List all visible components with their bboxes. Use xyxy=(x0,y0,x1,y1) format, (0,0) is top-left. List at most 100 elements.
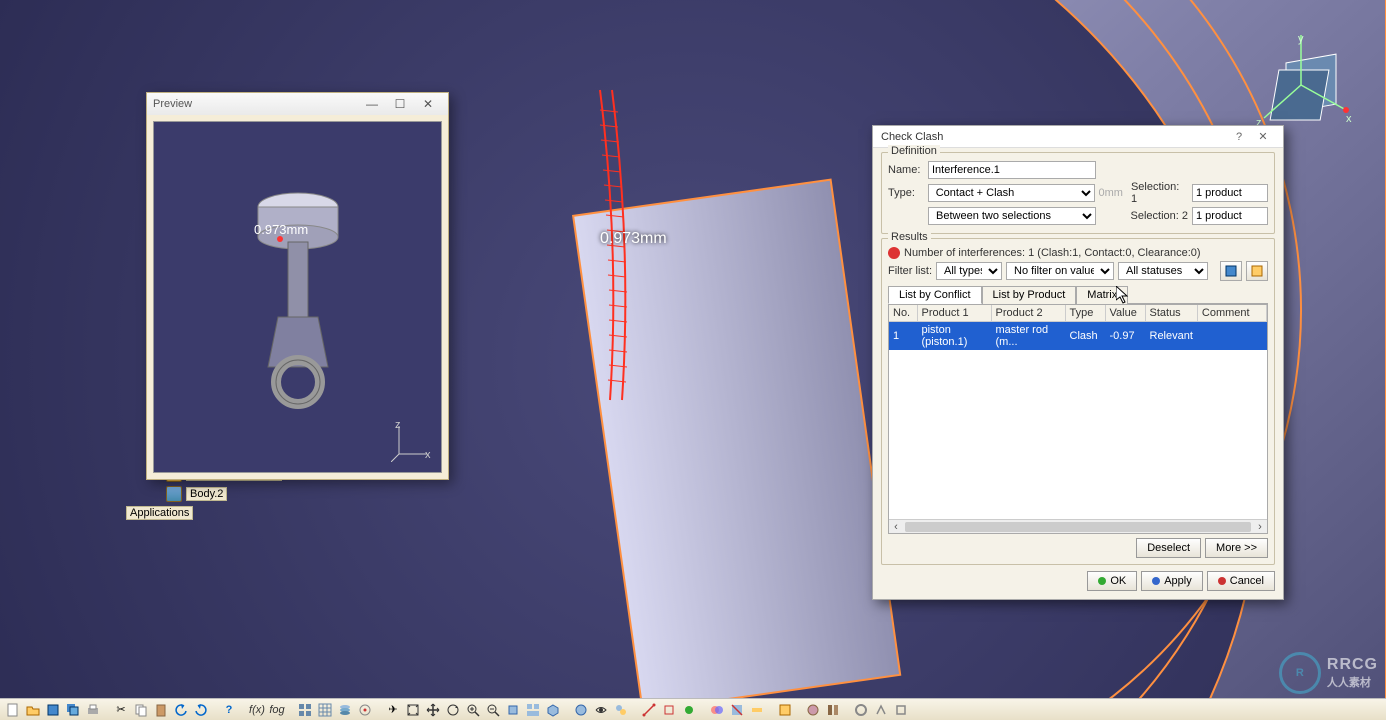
col-value[interactable]: Value xyxy=(1105,305,1145,322)
compass-triad[interactable]: y x z xyxy=(1246,30,1356,140)
pan-icon[interactable] xyxy=(424,701,442,719)
rotate-icon[interactable] xyxy=(444,701,462,719)
more-button[interactable]: More >> xyxy=(1205,538,1268,558)
cell-no: 1 xyxy=(889,322,917,351)
col-no[interactable]: No. xyxy=(889,305,917,322)
filter-status-select[interactable]: All statuses xyxy=(1118,262,1208,280)
normal-view-icon[interactable] xyxy=(504,701,522,719)
measure-between-icon[interactable] xyxy=(640,701,658,719)
measure-item-icon[interactable] xyxy=(660,701,678,719)
cancel-button[interactable]: Cancel xyxy=(1207,571,1275,591)
catalog2-icon[interactable] xyxy=(824,701,842,719)
tree-item-applications[interactable]: Applications xyxy=(122,505,286,521)
cancel-dot-icon xyxy=(1218,577,1226,585)
axis-x-label: x xyxy=(1346,113,1352,125)
paste-icon[interactable] xyxy=(152,701,170,719)
results-tabs: List by Conflict List by Product Matrix xyxy=(888,285,1268,304)
scroll-left-icon[interactable]: ‹ xyxy=(889,521,903,533)
fx-icon[interactable]: f(x) xyxy=(248,701,266,719)
snap-icon[interactable] xyxy=(356,701,374,719)
tool-b-icon[interactable] xyxy=(872,701,890,719)
col-status[interactable]: Status xyxy=(1145,305,1197,322)
close-button[interactable]: ✕ xyxy=(414,95,442,113)
fly-icon[interactable]: ✈ xyxy=(384,701,402,719)
name-label: Name: xyxy=(888,164,924,176)
cell-p1: piston (piston.1) xyxy=(917,322,991,351)
measurement-label: 0.973mm xyxy=(600,230,667,248)
sectioning-icon[interactable] xyxy=(728,701,746,719)
apply-material-icon[interactable] xyxy=(804,701,822,719)
tool-a-icon[interactable] xyxy=(852,701,870,719)
save-icon[interactable] xyxy=(44,701,62,719)
filter-value-select[interactable]: No filter on value xyxy=(1006,262,1114,280)
selection2-input[interactable] xyxy=(1192,207,1268,225)
print-icon[interactable] xyxy=(84,701,102,719)
new-icon[interactable] xyxy=(4,701,22,719)
clash-icon[interactable] xyxy=(708,701,726,719)
col-type[interactable]: Type xyxy=(1065,305,1105,322)
results-table[interactable]: No. Product 1 Product 2 Type Value Statu… xyxy=(888,304,1268,534)
col-comment[interactable]: Comment xyxy=(1197,305,1266,322)
apply-button[interactable]: Apply xyxy=(1141,571,1203,591)
clearance-value: 0mm xyxy=(1099,187,1123,199)
deselect-button[interactable]: Deselect xyxy=(1136,538,1201,558)
axis-y-label: y xyxy=(1298,33,1304,45)
hide-show-icon[interactable] xyxy=(592,701,610,719)
col-product2[interactable]: Product 2 xyxy=(991,305,1065,322)
detailed-results-icon-button[interactable] xyxy=(1246,261,1268,281)
export-icon-button[interactable] xyxy=(1220,261,1242,281)
selection1-input[interactable] xyxy=(1192,184,1268,202)
preview-titlebar[interactable]: Preview — ☐ ✕ xyxy=(147,93,448,115)
selection2-label: Selection: 2 xyxy=(1131,210,1188,222)
preview-viewport[interactable]: 0.973mm z x xyxy=(153,121,442,473)
fit-all-icon[interactable] xyxy=(404,701,422,719)
maximize-button[interactable]: ☐ xyxy=(386,95,414,113)
selection1-label: Selection: 1 xyxy=(1131,181,1188,205)
scroll-right-icon[interactable]: › xyxy=(1253,521,1267,533)
scroll-thumb[interactable] xyxy=(905,522,1251,532)
ok-button[interactable]: OK xyxy=(1087,571,1137,591)
svg-text:x: x xyxy=(425,449,431,461)
cut-icon[interactable]: ✂ xyxy=(112,701,130,719)
type-select[interactable]: Contact + Clash xyxy=(928,184,1095,202)
tab-list-by-product[interactable]: List by Product xyxy=(982,286,1077,304)
tree-label: Applications xyxy=(126,506,193,520)
window-tile-icon[interactable] xyxy=(296,701,314,719)
interference-count: Number of interferences: 1 (Clash:1, Con… xyxy=(904,247,1201,259)
tool-c-icon[interactable] xyxy=(892,701,910,719)
undo-icon[interactable] xyxy=(172,701,190,719)
zoom-out-icon[interactable] xyxy=(484,701,502,719)
layers-icon[interactable] xyxy=(336,701,354,719)
minimize-button[interactable]: — xyxy=(358,95,386,113)
swap-icon[interactable] xyxy=(612,701,630,719)
name-input[interactable] xyxy=(928,161,1096,179)
dialog-title: Check Clash xyxy=(881,131,943,143)
multi-view-icon[interactable] xyxy=(524,701,542,719)
redo-icon[interactable] xyxy=(192,701,210,719)
col-product1[interactable]: Product 1 xyxy=(917,305,991,322)
filter-label: Filter list: xyxy=(888,265,932,277)
iso-view-icon[interactable] xyxy=(544,701,562,719)
grid-icon[interactable] xyxy=(316,701,334,719)
help-icon[interactable]: ? xyxy=(220,701,238,719)
fog-icon[interactable]: fog xyxy=(268,701,286,719)
scope-select[interactable]: Between two selections xyxy=(928,207,1096,225)
save-all-icon[interactable] xyxy=(64,701,82,719)
render-style-icon[interactable] xyxy=(572,701,590,719)
watermark: R RRCG 人人素材 xyxy=(1279,652,1378,694)
help-button[interactable]: ? xyxy=(1227,128,1251,146)
distance-band-icon[interactable] xyxy=(748,701,766,719)
copy-icon[interactable] xyxy=(132,701,150,719)
horizontal-scrollbar[interactable]: ‹ › xyxy=(889,519,1267,533)
zoom-in-icon[interactable] xyxy=(464,701,482,719)
tree-item-body[interactable]: Body.2 xyxy=(162,485,286,503)
cell-p2: master rod (m... xyxy=(991,322,1065,351)
cell-type: Clash xyxy=(1065,322,1105,351)
catalog-icon[interactable] xyxy=(776,701,794,719)
filter-types-select[interactable]: All types xyxy=(936,262,1002,280)
result-row[interactable]: 1 piston (piston.1) master rod (m... Cla… xyxy=(889,322,1267,351)
close-button[interactable]: ✕ xyxy=(1251,128,1275,146)
measure-inertia-icon[interactable] xyxy=(680,701,698,719)
tab-list-by-conflict[interactable]: List by Conflict xyxy=(888,286,982,304)
open-icon[interactable] xyxy=(24,701,42,719)
